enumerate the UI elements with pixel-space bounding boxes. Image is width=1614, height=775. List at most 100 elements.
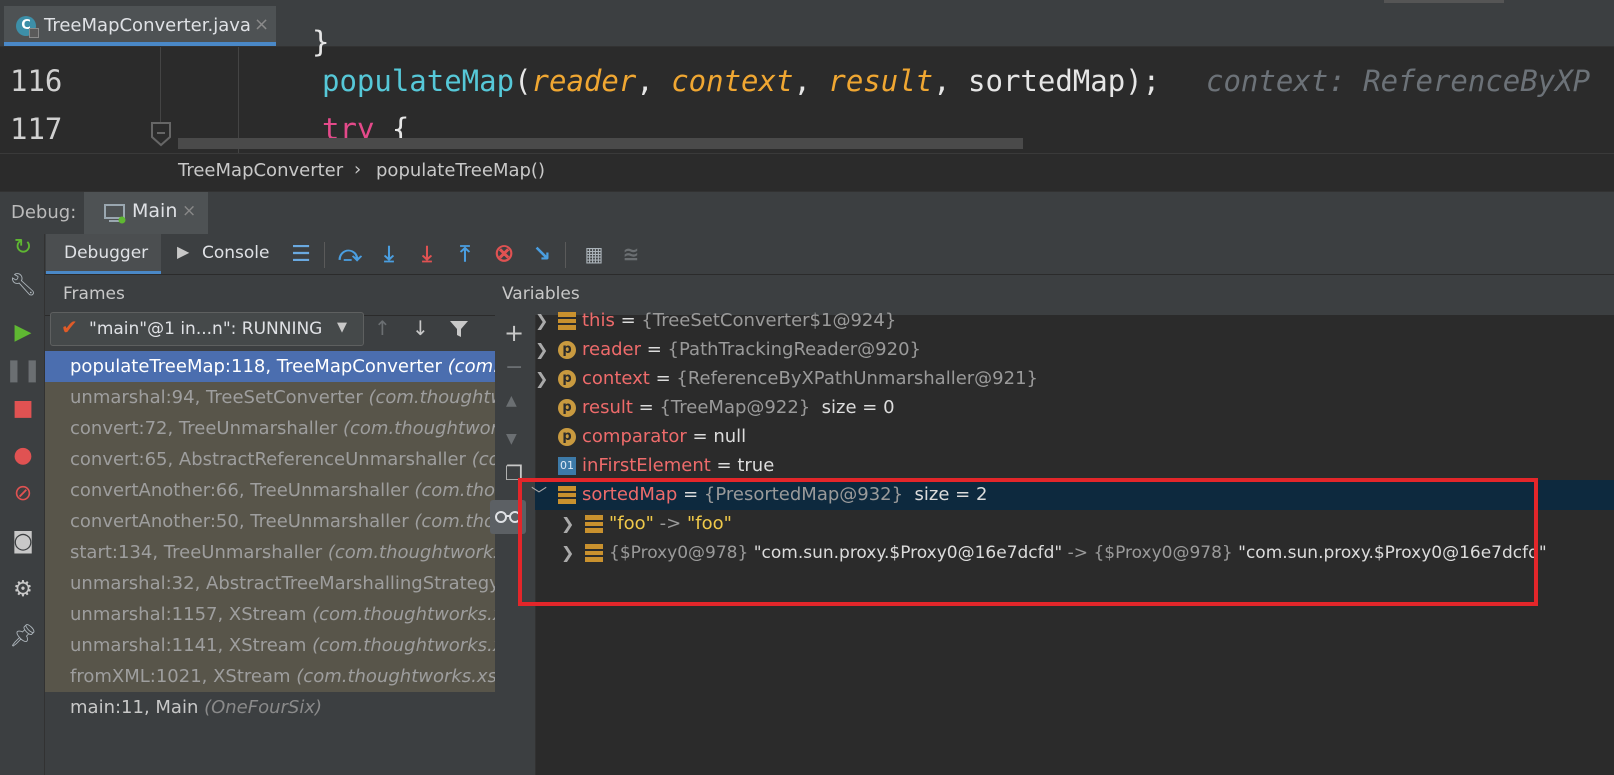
- chevron-right-icon[interactable]: ❯: [535, 364, 548, 394]
- editor-tab-label: TreeMapConverter.java: [44, 15, 251, 36]
- show-execution-point-icon[interactable]: ☰: [287, 240, 315, 268]
- variable-row-reader[interactable]: ❯ p reader = {PathTrackingReader@920}: [535, 335, 1614, 365]
- map-entry-value-type: {$Proxy0@978}: [1093, 543, 1239, 563]
- move-down-icon[interactable]: ▼: [506, 431, 517, 447]
- frames-panel: Frames ✔ "main"@1 in...n": RUNNING ▼ ↑ ↓…: [45, 275, 496, 775]
- wrench-icon[interactable]: 🔧︎: [9, 272, 37, 298]
- step-into-icon[interactable]: ⤓: [375, 240, 403, 268]
- chevron-right-icon[interactable]: ❯: [535, 335, 548, 365]
- editor-horizontal-scrollbar[interactable]: [178, 138, 1023, 149]
- chevron-down-icon[interactable]: ﹀: [531, 480, 547, 510]
- frames-list: populateTreeMap:118, TreeMapConverter (c…: [45, 351, 495, 775]
- force-step-into-icon[interactable]: ⤓: [413, 240, 441, 268]
- toolbar-separator: [324, 242, 325, 268]
- chevron-right-icon[interactable]: ❯: [561, 538, 574, 568]
- line-number: 116: [10, 64, 63, 98]
- variable-row-infirstelement[interactable]: 01 inFirstElement = true: [535, 451, 1614, 481]
- resume-icon[interactable]: ▶: [10, 319, 36, 345]
- frame-item[interactable]: convert:65, AbstractReferenceUnmarshalle…: [45, 444, 495, 475]
- variable-value: true: [737, 455, 775, 476]
- variable-size: size = 0: [810, 397, 895, 418]
- variable-name: this: [582, 310, 615, 331]
- step-out-icon[interactable]: ⤒: [451, 240, 479, 268]
- debugger-toolbar: Debugger ▶ Console ☰ ⤼ ⤓ ⤓ ⤒ ⮿ ↘ ▦ ≊: [0, 234, 1614, 275]
- frame-item[interactable]: start:134, TreeUnmarshaller (com.thought…: [45, 537, 495, 568]
- frame-item[interactable]: fromXML:1021, XStream (com.thoughtworks.…: [45, 661, 495, 692]
- thread-selector[interactable]: ✔ "main"@1 in...n": RUNNING ▼: [50, 312, 364, 346]
- frame-item[interactable]: unmarshal:1141, XStream (com.thoughtwork…: [45, 630, 495, 661]
- variable-row-this[interactable]: ❯ this = {TreeSetConverter$1@924}: [535, 306, 1614, 336]
- editor-tab-treemapconverter[interactable]: C TreeMapConverter.java ×: [4, 6, 276, 46]
- glasses-toggle[interactable]: [490, 500, 526, 534]
- arrow-up-icon[interactable]: ↑: [374, 316, 391, 340]
- arrow-down-icon[interactable]: ↓: [412, 316, 429, 340]
- rerun-icon[interactable]: ↻: [10, 234, 36, 260]
- frame-package: (com.thoughtworks.xs: [327, 542, 495, 563]
- pause-icon[interactable]: ❚❚: [5, 357, 42, 383]
- frame-package: (com.thoug: [414, 511, 495, 532]
- frame-location: convertAnother:66, TreeUnmarshaller: [70, 480, 415, 501]
- variable-equals: =: [686, 426, 714, 447]
- frame-location: unmarshal:1141, XStream: [70, 635, 313, 656]
- breadcrumb-class[interactable]: TreeMapConverter: [178, 160, 343, 181]
- stop-icon[interactable]: ■: [10, 395, 36, 421]
- variable-equals: =: [641, 339, 668, 360]
- variable-row-result[interactable]: p result = {TreeMap@922} size = 0: [535, 393, 1614, 423]
- variable-name: comparator: [582, 426, 687, 447]
- variable-row-comparator[interactable]: p comparator = null: [535, 422, 1614, 452]
- camera-icon[interactable]: ◙: [10, 528, 36, 554]
- close-icon[interactable]: ×: [182, 201, 196, 221]
- step-over-icon[interactable]: ⤼: [336, 240, 364, 268]
- frame-item[interactable]: unmarshal:94, TreeSetConverter (com.thou…: [45, 382, 495, 413]
- code-brace: }: [312, 25, 330, 59]
- frame-location: start:134, TreeUnmarshaller: [70, 542, 328, 563]
- close-icon[interactable]: ×: [254, 14, 269, 35]
- pin-icon[interactable]: 📌︎: [9, 623, 37, 649]
- variables-title: Variables: [502, 284, 580, 304]
- remove-watch-icon[interactable]: −: [505, 355, 523, 380]
- code-editor[interactable]: } 116 117 populateMap(reader, context, r…: [0, 25, 1614, 153]
- variable-name: reader: [582, 339, 642, 360]
- debug-label: Debug:: [11, 202, 77, 223]
- line-number: 117: [10, 112, 63, 146]
- frame-item[interactable]: unmarshal:1157, XStream (com.thoughtwork…: [45, 599, 495, 630]
- frame-package: (com.th: [447, 356, 495, 377]
- map-entry-value: "com.sun.proxy.$Proxy0@16e7dcfd": [1238, 543, 1547, 563]
- frame-item[interactable]: unmarshal:32, AbstractTreeMarshallingStr…: [45, 568, 495, 599]
- copy-icon[interactable]: ❐: [505, 461, 523, 485]
- filter-icon[interactable]: [449, 319, 469, 339]
- variable-type: {PresortedMap@932}: [703, 484, 904, 505]
- tab-console[interactable]: Console: [202, 243, 270, 263]
- settings-gear-icon[interactable]: ⚙: [10, 576, 36, 602]
- chevron-down-icon: ▼: [337, 320, 347, 335]
- chevron-right-icon[interactable]: ❯: [561, 509, 574, 539]
- map-entry-row[interactable]: ❯ {$Proxy0@978} "com.sun.proxy.$Proxy0@1…: [535, 538, 1614, 568]
- chevron-right-icon[interactable]: ❯: [535, 306, 548, 336]
- map-entry-row[interactable]: ❯ "foo" -> "foo": [535, 509, 1614, 539]
- run-to-cursor-icon[interactable]: ↘: [528, 240, 556, 268]
- variable-equals: =: [649, 368, 677, 389]
- map-entry-arrow: ->: [653, 513, 687, 534]
- console-icon: ▶: [177, 242, 190, 261]
- trace-stream-icon[interactable]: ≊: [617, 240, 645, 268]
- evaluate-expression-icon[interactable]: ▦: [580, 240, 608, 268]
- frame-item[interactable]: convert:72, TreeUnmarshaller (com.though…: [45, 413, 495, 444]
- drop-frame-icon[interactable]: ⮿: [490, 240, 518, 268]
- variable-row-context[interactable]: ❯ p context = {ReferenceByXPathUnmarshal…: [535, 364, 1614, 394]
- view-breakpoints-icon[interactable]: ●: [10, 442, 36, 468]
- mute-breakpoints-icon[interactable]: ⊘: [10, 480, 36, 506]
- frame-item[interactable]: convertAnother:50, TreeUnmarshaller (com…: [45, 506, 495, 537]
- frame-item[interactable]: main:11, Main (OneFourSix): [45, 692, 495, 723]
- tab-debugger[interactable]: Debugger: [46, 234, 161, 274]
- variable-row-sortedmap[interactable]: ﹀ sortedMap = {PresortedMap@932} size = …: [531, 480, 1614, 510]
- debug-session-tab-main[interactable]: Main ×: [84, 192, 208, 235]
- move-up-icon[interactable]: ▲: [506, 393, 517, 409]
- add-watch-icon[interactable]: +: [504, 319, 524, 347]
- variable-equals: =: [614, 310, 642, 331]
- breadcrumb-method[interactable]: populateTreeMap(): [376, 160, 545, 181]
- frame-location: main:11, Main: [70, 697, 205, 718]
- checkmark-icon: ✔: [61, 315, 78, 339]
- frame-item[interactable]: populateTreeMap:118, TreeMapConverter (c…: [45, 351, 495, 382]
- frame-item[interactable]: convertAnother:66, TreeUnmarshaller (com…: [45, 475, 495, 506]
- fold-marker-icon[interactable]: [150, 121, 172, 147]
